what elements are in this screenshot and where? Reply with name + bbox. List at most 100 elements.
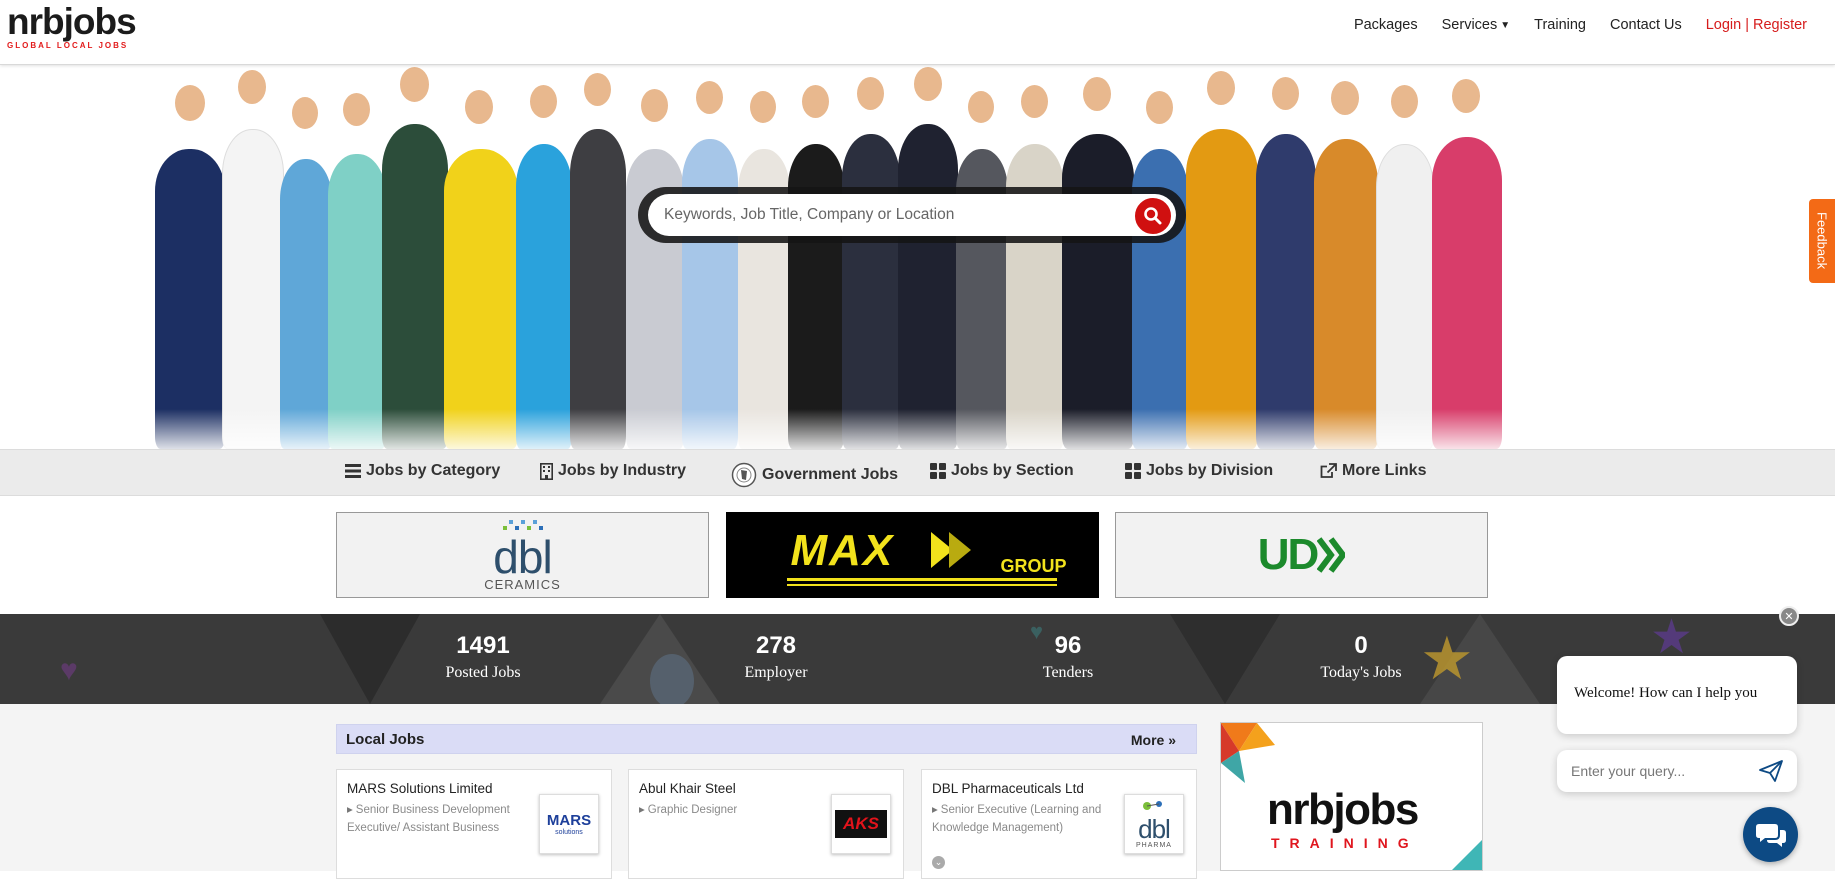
grid-icon — [1125, 463, 1141, 479]
stat-label: Today's Jobs — [1320, 664, 1402, 681]
tab-label: Jobs by Division — [1146, 462, 1274, 479]
logo-tagline: GLOBAL LOCAL JOBS — [7, 41, 129, 50]
send-icon — [1759, 760, 1783, 782]
hero-people-image — [150, 67, 1680, 449]
tab-jobs-by-section[interactable]: Jobs by Section — [930, 462, 1074, 480]
hero-banner: Feedback — [0, 65, 1835, 449]
company-logo-text: AKS — [843, 814, 879, 833]
tab-label: More Links — [1342, 462, 1427, 479]
company-logo: AKS — [831, 794, 891, 854]
company-logo-sub: PHARMA — [1136, 841, 1172, 849]
job-company[interactable]: MARS Solutions Limited — [347, 781, 493, 796]
training-ad[interactable]: nrbjobs TRAINING — [1220, 722, 1483, 871]
feedback-tab[interactable]: Feedback — [1809, 199, 1835, 283]
tab-jobs-by-category[interactable]: Jobs by Category — [345, 462, 500, 480]
training-label: TRAINING — [1271, 835, 1419, 851]
nav-register[interactable]: Register — [1753, 17, 1807, 33]
tab-label: Jobs by Section — [951, 462, 1074, 479]
dbl-ceramics-logo: dbl CERAMICS — [484, 519, 561, 592]
chat-bubbles-icon — [1755, 823, 1786, 847]
expand-chevron-icon[interactable]: ⌄ — [932, 856, 945, 869]
nav-training[interactable]: Training — [1534, 17, 1586, 33]
chat-close-button[interactable]: ✕ — [1779, 606, 1799, 626]
company-logo-text: MARS — [546, 812, 592, 829]
caret-right-icon: ▸ — [932, 804, 938, 816]
caret-right-icon: ▸ — [347, 804, 353, 816]
stat-label: Employer — [744, 664, 808, 681]
banner-title: dbl — [493, 530, 552, 583]
search-icon — [1144, 207, 1162, 225]
banner-dbl-ceramics[interactable]: dbl CERAMICS — [336, 512, 709, 598]
tab-government-jobs[interactable]: Government Jobs — [731, 462, 898, 488]
nav-login[interactable]: Login — [1706, 17, 1741, 33]
chat-query-input[interactable] — [1569, 758, 1744, 784]
company-logo-text: dbl — [1138, 813, 1171, 844]
banner-subtitle: CERAMICS — [484, 576, 561, 592]
stat-employer: 278 Employer — [676, 632, 876, 682]
banner-title: MAX — [790, 526, 895, 575]
company-logo: dbl PHARMA — [1124, 794, 1184, 854]
search-input[interactable] — [648, 194, 1176, 236]
company-logo: MARS solutions — [539, 794, 599, 854]
job-card[interactable]: MARS Solutions Limited ▸ Senior Business … — [336, 769, 612, 879]
banner-title: UD — [1257, 530, 1320, 579]
nav-contact[interactable]: Contact Us — [1610, 17, 1682, 33]
nav-packages[interactable]: Packages — [1354, 17, 1418, 33]
stat-value: 0 — [1354, 632, 1368, 659]
section-title: Local Jobs — [346, 731, 425, 748]
more-label: More — [1130, 732, 1165, 748]
close-icon: ✕ — [1784, 610, 1794, 623]
stat-tenders: 96 Tenders — [968, 632, 1168, 682]
stat-value: 1491 — [456, 632, 510, 659]
banner-max-group[interactable]: MAX GROUP — [726, 512, 1099, 598]
nav-services-label: Services — [1441, 17, 1498, 33]
stat-posted-jobs: 1491 Posted Jobs — [383, 632, 583, 682]
search-button[interactable] — [1133, 196, 1173, 236]
job-position-text: Senior Executive (Learning and Knowledge… — [932, 804, 1102, 834]
external-link-icon — [1320, 463, 1337, 479]
chat-launcher-button[interactable] — [1743, 807, 1798, 862]
ud-logo: UD — [1258, 530, 1346, 580]
site-header: nrbjobs GLOBAL LOCAL JOBS Packages Servi… — [0, 0, 1835, 65]
tab-jobs-by-division[interactable]: Jobs by Division — [1125, 462, 1273, 480]
tab-label: Jobs by Category — [366, 462, 501, 479]
tab-label: Government Jobs — [762, 466, 899, 483]
max-group-logo: MAX GROUP — [743, 518, 1083, 592]
local-jobs-more-link[interactable]: More » — [1131, 732, 1176, 748]
logo-text: nrbjobs — [7, 1, 137, 42]
training-logo: nrbjobs — [1267, 785, 1419, 834]
caret-down-icon: ▼ — [1500, 19, 1511, 31]
main-nav: Packages Services ▼ Training Contact Us L… — [1330, 17, 1807, 33]
molecule-icon — [1142, 800, 1162, 810]
tab-more-links[interactable]: More Links — [1320, 462, 1426, 480]
stat-label: Posted Jobs — [445, 664, 521, 681]
tab-label: Jobs by Industry — [558, 462, 687, 479]
nav-auth-separator: | — [1745, 17, 1749, 33]
hero-search-bar — [638, 187, 1186, 243]
chat-send-button[interactable] — [1759, 760, 1783, 787]
job-card[interactable]: DBL Pharmaceuticals Ltd ▸ Senior Executiv… — [921, 769, 1197, 879]
nav-services[interactable]: Services ▼ — [1442, 17, 1511, 33]
stat-value: 278 — [755, 632, 797, 659]
list-icon — [345, 464, 361, 478]
dots-decoration-icon — [502, 519, 543, 530]
chat-welcome-message: Welcome! How can I help you — [1557, 656, 1797, 734]
job-company[interactable]: Abul Khair Steel — [639, 781, 736, 796]
job-company[interactable]: DBL Pharmaceuticals Ltd — [932, 781, 1084, 796]
category-nav-bar: Jobs by Category Jobs by Industry Govern… — [0, 449, 1835, 496]
chat-input-box — [1557, 750, 1797, 792]
double-chevron-right-icon: » — [1168, 732, 1176, 748]
banner-ud[interactable]: UD — [1115, 512, 1488, 598]
caret-right-icon: ▸ — [639, 804, 645, 816]
stat-label: Tenders — [1042, 664, 1094, 681]
job-card[interactable]: Abul Khair Steel ▸ Graphic Designer AKS — [628, 769, 904, 879]
job-position[interactable]: ▸ Senior Executive (Learning and Knowledg… — [932, 801, 1102, 837]
job-position[interactable]: ▸ Senior Business Development Executive/ … — [347, 801, 517, 837]
job-position-text: Graphic Designer — [647, 804, 738, 816]
building-icon — [540, 462, 553, 480]
company-logo-sub: solutions — [555, 829, 583, 836]
tab-jobs-by-industry[interactable]: Jobs by Industry — [540, 462, 686, 480]
job-position[interactable]: ▸ Graphic Designer — [639, 801, 809, 819]
site-logo[interactable]: nrbjobs GLOBAL LOCAL JOBS — [7, 1, 137, 50]
banner-subtitle: GROUP — [1000, 556, 1067, 576]
